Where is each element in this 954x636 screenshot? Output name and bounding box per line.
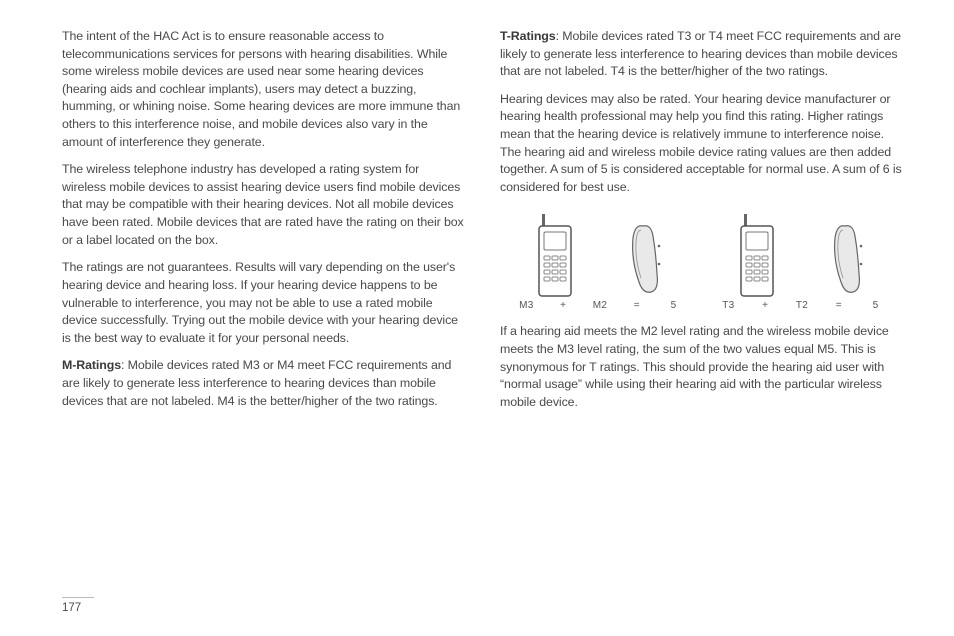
m-ratings-text: : Mobile devices rated M3 or M4 meet FCC… [62, 358, 451, 407]
paragraph-m-ratings: M-Ratings: Mobile devices rated M3 or M4… [62, 357, 464, 410]
ratings-figure: M3 + M2 = 5 [500, 206, 902, 313]
fig2-eq: = [820, 300, 857, 311]
m-ratings-label: M-Ratings [62, 358, 121, 372]
fig1-plus: + [545, 300, 582, 311]
phone-icon [737, 214, 777, 298]
paragraph: Hearing devices may also be rated. Your … [500, 91, 902, 197]
t-ratings-text: : Mobile devices rated T3 or T4 meet FCC… [500, 29, 901, 78]
left-column: The intent of the HAC Act is to ensure r… [62, 28, 464, 612]
phone-icon [535, 214, 575, 298]
figure-m-group: M3 + M2 = 5 [508, 212, 692, 311]
fig2-sum: 5 [857, 300, 894, 311]
hearing-aid-icon [831, 220, 867, 298]
page-number: 177 [62, 597, 94, 614]
paragraph-t-ratings: T-Ratings: Mobile devices rated T3 or T4… [500, 28, 902, 81]
right-column: T-Ratings: Mobile devices rated T3 or T4… [500, 28, 902, 612]
fig2-a: T3 [710, 300, 747, 311]
fig2-b: T2 [784, 300, 821, 311]
paragraph: The ratings are not guarantees. Results … [62, 259, 464, 347]
figure-t-caption: T3 + T2 = 5 [710, 300, 894, 311]
t-ratings-label: T-Ratings [500, 29, 556, 43]
fig1-a: M3 [508, 300, 545, 311]
paragraph: The intent of the HAC Act is to ensure r… [62, 28, 464, 151]
fig2-plus: + [747, 300, 784, 311]
fig1-eq: = [618, 300, 655, 311]
hearing-aid-icon [629, 220, 665, 298]
paragraph: If a hearing aid meets the M2 level rati… [500, 323, 902, 411]
paragraph: The wireless telephone industry has deve… [62, 161, 464, 249]
figure-t-group: T3 + T2 = 5 [710, 212, 894, 311]
figure-m-caption: M3 + M2 = 5 [508, 300, 692, 311]
fig1-b: M2 [582, 300, 619, 311]
fig1-sum: 5 [655, 300, 692, 311]
